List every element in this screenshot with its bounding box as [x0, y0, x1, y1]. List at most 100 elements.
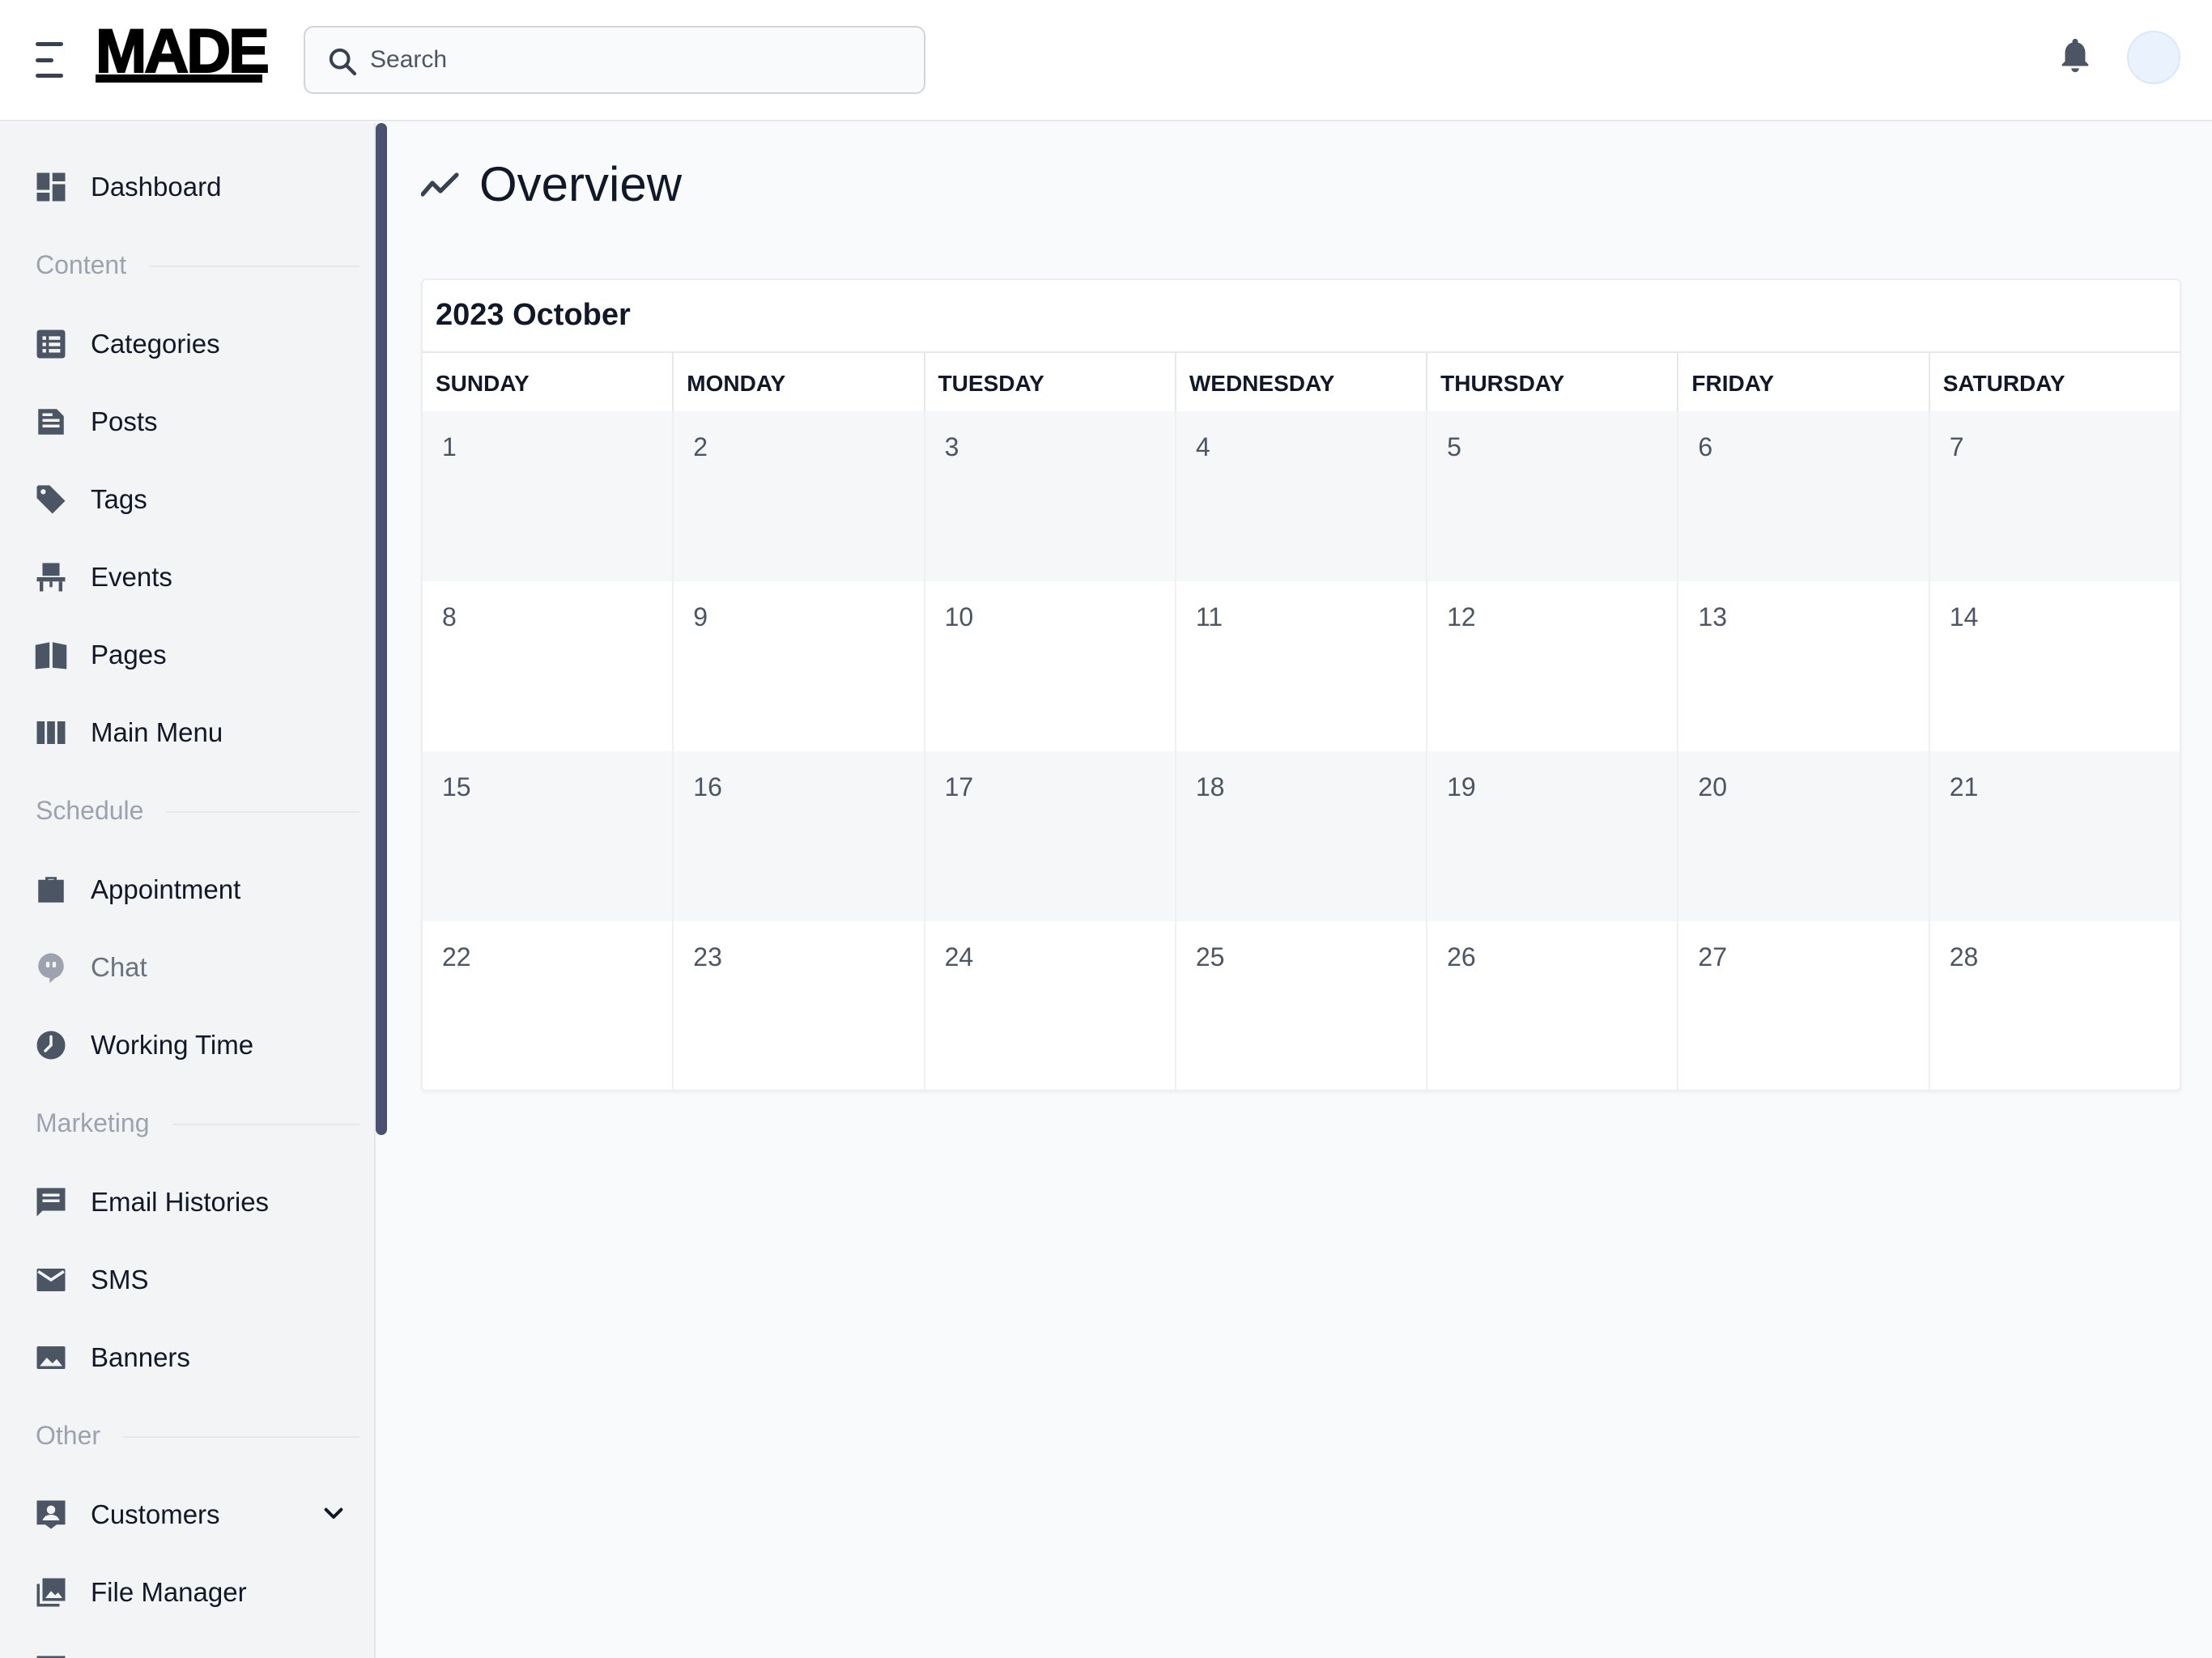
envelope-icon	[36, 1269, 66, 1291]
sidebar-item-label: Events	[91, 562, 172, 592]
top-bar: MADE	[0, 0, 2212, 121]
calendar-day[interactable]: 18	[1176, 751, 1428, 921]
sidebar-item-label: SMS	[91, 1265, 149, 1295]
sidebar-item-label: File Manager	[91, 1577, 247, 1607]
sidebar-scrollbar[interactable]	[376, 123, 387, 1135]
calendar-body: 1 2 3 4 5 6 7 8 9 10 11 12 13 14 15 16 1…	[423, 411, 2180, 1090]
calendar-day[interactable]: 5	[1427, 411, 1679, 581]
sidebar-item-appointment[interactable]: Appointment	[0, 860, 364, 918]
sidebar-item-banners[interactable]: Banners	[0, 1328, 364, 1386]
calendar-day[interactable]: 27	[1678, 921, 1930, 1090]
section-marketing: Marketing	[36, 1107, 359, 1140]
chair-icon	[36, 563, 66, 592]
calendar-day[interactable]: 23	[674, 921, 925, 1090]
image-icon	[36, 1346, 66, 1369]
calendar-day[interactable]: 19	[1427, 751, 1679, 921]
search-input[interactable]	[370, 28, 904, 92]
search-icon	[329, 48, 357, 76]
sidebar-item-label: Appointment	[91, 874, 241, 904]
sidebar-item-label: Working Time	[91, 1030, 254, 1060]
calendar-week: 1 2 3 4 5 6 7	[423, 411, 2180, 581]
sidebar-item-main-menu[interactable]: Main Menu	[0, 703, 364, 761]
calendar-day[interactable]: 3	[925, 411, 1176, 581]
calendar-day[interactable]: 20	[1678, 751, 1930, 921]
sidebar-item-file-manager[interactable]: File Manager	[0, 1562, 364, 1621]
chevron-down-icon[interactable]	[321, 1501, 347, 1527]
sidebar-item-label: Chat	[91, 952, 147, 982]
section-content: Content	[36, 249, 359, 282]
calendar-day[interactable]: 26	[1427, 921, 1679, 1090]
calendar-day[interactable]: 8	[423, 581, 674, 751]
sidebar-item-sms[interactable]: SMS	[0, 1250, 364, 1308]
calendar-day[interactable]: 13	[1678, 581, 1930, 751]
calendar-day[interactable]: 14	[1930, 581, 2180, 751]
calendar-day[interactable]: 6	[1678, 411, 1930, 581]
calendar-day[interactable]: 9	[674, 581, 925, 751]
calendar-day[interactable]: 15	[423, 751, 674, 921]
logo-underline	[96, 74, 262, 83]
weekday-thursday: THURSDAY	[1427, 353, 1679, 411]
calendar-week: 22 23 24 25 26 27 28	[423, 921, 2180, 1090]
sidebar-item-events[interactable]: Events	[0, 547, 364, 606]
search-box[interactable]	[304, 26, 925, 94]
section-label: Marketing	[36, 1107, 172, 1138]
contact-card-icon	[36, 1500, 66, 1529]
calendar-day[interactable]: 16	[674, 751, 925, 921]
calendar-day[interactable]: 21	[1930, 751, 2180, 921]
sidebar-item-label: Posts	[91, 406, 158, 436]
section-label: Content	[36, 249, 150, 280]
sidebar-item-label: Dashboard	[91, 172, 222, 202]
sidebar-item-tags[interactable]: Tags	[0, 470, 364, 528]
calendar-day[interactable]: 12	[1427, 581, 1679, 751]
tag-icon	[36, 485, 66, 514]
calendar-day[interactable]: 24	[925, 921, 1176, 1090]
bell-icon[interactable]	[2057, 36, 2094, 76]
page-title: Overview	[479, 157, 683, 211]
avatar[interactable]	[2127, 31, 2180, 84]
sidebar-item-pages[interactable]: Pages	[0, 625, 364, 683]
sidebar-item-working-time[interactable]: Working Time	[0, 1015, 364, 1073]
section-label: Schedule	[36, 795, 167, 826]
columns-icon	[36, 721, 66, 744]
calendar: 2023 October SUNDAY MONDAY TUESDAY WEDNE…	[421, 278, 2181, 1091]
section-schedule: Schedule	[36, 795, 359, 827]
sidebar: Dashboard Content Categories Posts Tags	[0, 123, 376, 1658]
sidebar-item-label: Customers	[91, 1499, 220, 1529]
sidebar-item-label: Banners	[91, 1342, 190, 1372]
calendar-day[interactable]: 10	[925, 581, 1176, 751]
calendar-day[interactable]: 28	[1930, 921, 2180, 1090]
weekday-sunday: SUNDAY	[423, 353, 674, 411]
calendar-day[interactable]: 4	[1176, 411, 1428, 581]
trending-icon	[421, 172, 459, 197]
section-label: Other	[36, 1420, 124, 1451]
calendar-weekday-header: SUNDAY MONDAY TUESDAY WEDNESDAY THURSDAY…	[423, 351, 2180, 411]
weekday-friday: FRIDAY	[1678, 353, 1930, 411]
calendar-day[interactable]: 2	[674, 411, 925, 581]
sidebar-item-label: Main Menu	[91, 717, 223, 747]
sidebar-item-partial[interactable]	[0, 1640, 364, 1658]
weekday-tuesday: TUESDAY	[925, 353, 1176, 411]
briefcase-icon	[38, 877, 64, 903]
sidebar-item-label: Categories	[91, 329, 220, 359]
sidebar-item-categories[interactable]: Categories	[0, 314, 364, 372]
sidebar-item-posts[interactable]: Posts	[0, 392, 364, 450]
photo-library-icon	[36, 1578, 66, 1607]
list-icon	[36, 329, 66, 359]
calendar-day[interactable]: 1	[423, 411, 674, 581]
document-icon	[38, 409, 64, 435]
hamburger-icon[interactable]	[36, 42, 68, 78]
section-other: Other	[36, 1420, 359, 1452]
sidebar-item-customers[interactable]: Customers	[0, 1485, 364, 1543]
calendar-day[interactable]: 22	[423, 921, 674, 1090]
message-icon	[36, 1188, 66, 1217]
calendar-day[interactable]: 11	[1176, 581, 1428, 751]
calendar-day[interactable]: 17	[925, 751, 1176, 921]
calendar-day[interactable]: 25	[1176, 921, 1428, 1090]
clock-icon	[36, 1031, 66, 1060]
sidebar-item-chat[interactable]: Chat	[0, 937, 364, 996]
calendar-week: 15 16 17 18 19 20 21	[423, 751, 2180, 921]
calendar-week: 8 9 10 11 12 13 14	[423, 581, 2180, 751]
calendar-day[interactable]: 7	[1930, 411, 2180, 581]
sidebar-item-email-histories[interactable]: Email Histories	[0, 1172, 364, 1231]
sidebar-item-dashboard[interactable]: Dashboard	[0, 157, 364, 215]
